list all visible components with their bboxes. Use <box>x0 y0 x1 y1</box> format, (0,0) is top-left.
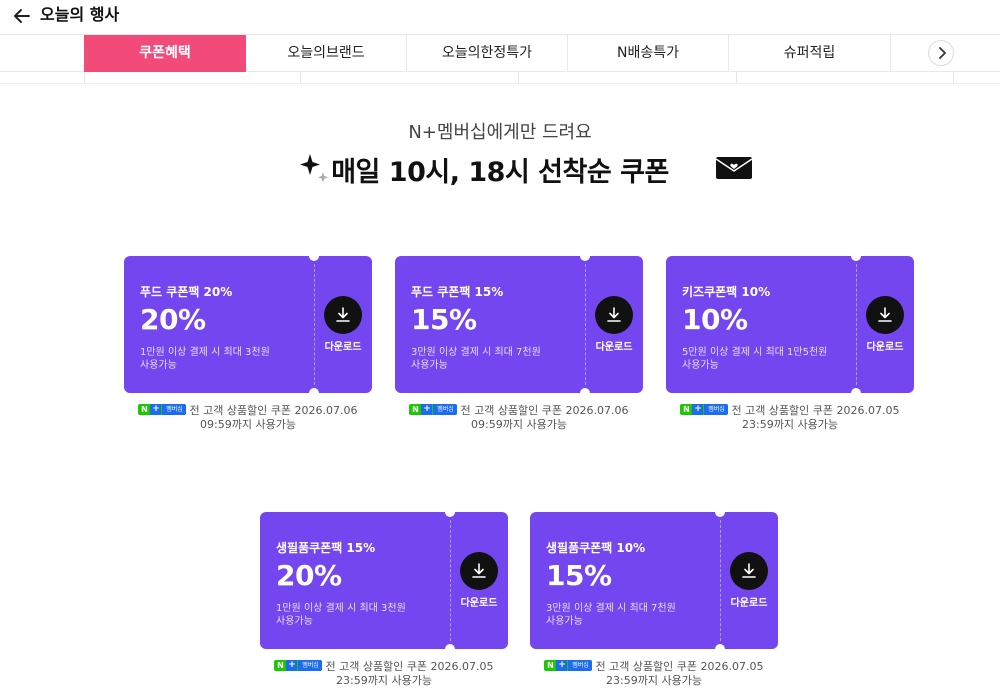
download-label[interactable]: 다운로드 <box>860 338 910 353</box>
n-plus-membership-badge: N + 멤버십 <box>680 404 729 415</box>
coupon-condition-line1: 1만원 이상 결제 시 최대 3천원 <box>276 603 406 614</box>
envelope-heart-icon <box>715 157 753 179</box>
download-button[interactable] <box>730 552 768 590</box>
coupon-note-line1: 전 고객 상품할인 쿠폰 2026.07.05 <box>731 404 900 417</box>
n-plus-membership-badge: N + 멤버십 <box>138 404 187 415</box>
coupon-condition-line2: 사용가능 <box>546 616 583 627</box>
download-button[interactable] <box>866 296 904 334</box>
tab-n-delivery-deal[interactable]: N배송특가 <box>568 35 729 72</box>
tab-todays-limited-deal[interactable]: 오늘의한정특가 <box>407 35 568 72</box>
coupon-note-line1: 전 고객 상품할인 쿠폰 2026.07.05 <box>325 660 494 673</box>
coupon-condition-line1: 3만원 이상 결제 시 최대 7천원 <box>546 603 676 614</box>
download-label[interactable]: 다운로드 <box>454 594 504 609</box>
coupon-note-line2: 23:59까지 사용가능 <box>742 418 838 431</box>
coupon-name: 생필품쿠폰팩 15% <box>276 541 376 555</box>
coupon-condition: 1만원 이상 결제 시 최대 3천원 사용가능 <box>140 346 305 372</box>
tab-next-button[interactable] <box>928 40 954 66</box>
page-title: 오늘의 행사 <box>40 5 120 24</box>
coupon-note: N + 멤버십 전 고객 상품할인 쿠폰 2026.07.05 23:59까지 사용가… <box>666 404 914 432</box>
coupon-name: 푸드 쿠폰팩 15% <box>411 285 504 299</box>
download-icon <box>607 307 621 322</box>
arrow-left-icon[interactable] <box>10 4 34 28</box>
download-button[interactable] <box>595 296 633 334</box>
coupon-card: 푸드 쿠폰팩 20% 20% 1만원 이상 결제 시 최대 3천원 사용가능 다… <box>124 251 372 398</box>
tab-super-reward[interactable]: 슈퍼적립 <box>729 35 891 72</box>
coupon-name: 키즈쿠폰팩 10% <box>682 285 771 299</box>
promo-sub-headline: N+멤버십에게만 드려요 <box>408 122 592 143</box>
coupon-condition-line2: 사용가능 <box>411 360 448 371</box>
coupon-condition-line1: 5만원 이상 결제 시 최대 1만5천원 <box>682 347 828 358</box>
coupon-note: N + 멤버십 전 고객 상품할인 쿠폰 2026.07.05 23:59까지 사용가… <box>530 660 778 688</box>
download-icon <box>742 563 756 578</box>
tab-coupon-benefits[interactable]: 쿠폰혜택 <box>84 35 246 72</box>
coupon-name: 푸드 쿠폰팩 20% <box>140 285 233 299</box>
n-plus-membership-badge: N + 멤버십 <box>544 660 593 671</box>
coupon-note-line2: 23:59까지 사용가능 <box>336 674 432 687</box>
coupon-rate: 15% <box>546 559 612 592</box>
n-plus-membership-badge: N + 멤버십 <box>274 660 323 671</box>
coupon-condition: 1만원 이상 결제 시 최대 3천원 사용가능 <box>276 602 441 628</box>
coupon-condition-line2: 사용가능 <box>682 360 719 371</box>
coupon-note: N + 멤버십 전 고객 상품할인 쿠폰 2026.07.06 09:59까지 사용가… <box>124 404 372 432</box>
download-icon <box>472 563 486 578</box>
coupon-card: 키즈쿠폰팩 10% 10% 5만원 이상 결제 시 최대 1만5천원 사용가능 … <box>666 251 914 398</box>
download-label[interactable]: 다운로드 <box>589 338 639 353</box>
coupon-condition: 5만원 이상 결제 시 최대 1만5천원 사용가능 <box>682 346 847 372</box>
download-icon <box>336 307 350 322</box>
coupon-note-line1: 전 고객 상품할인 쿠폰 2026.07.06 <box>189 404 358 417</box>
download-icon <box>878 307 892 322</box>
coupon-note: N + 멤버십 전 고객 상품할인 쿠폰 2026.07.05 23:59까지 사용가… <box>260 660 508 688</box>
coupon-condition: 3만원 이상 결제 시 최대 7천원 사용가능 <box>411 346 576 372</box>
tab-bar: 쿠폰혜택 오늘의브랜드 오늘의한정특가 N배송특가 슈퍼적립 <box>0 34 1000 72</box>
coupon-note-line1: 전 고객 상품할인 쿠폰 2026.07.05 <box>595 660 764 673</box>
download-button[interactable] <box>460 552 498 590</box>
coupon-rate: 15% <box>411 303 477 336</box>
coupon-rate: 10% <box>682 303 748 336</box>
coupon-note-line1: 전 고객 상품할인 쿠폰 2026.07.06 <box>460 404 629 417</box>
coupon-condition-line2: 사용가능 <box>276 616 313 627</box>
coupon-rate: 20% <box>140 303 206 336</box>
tab-todays-brand[interactable]: 오늘의브랜드 <box>246 35 407 72</box>
download-button[interactable] <box>324 296 362 334</box>
tab-subrow-divider <box>0 72 1000 84</box>
coupon-note-line2: 23:59까지 사용가능 <box>606 674 702 687</box>
coupon-note-line2: 09:59까지 사용가능 <box>471 418 567 431</box>
coupon-condition: 3만원 이상 결제 시 최대 7천원 사용가능 <box>546 602 711 628</box>
coupon-rate: 20% <box>276 559 342 592</box>
coupon-note-line2: 09:59까지 사용가능 <box>200 418 296 431</box>
coupon-card: 생필품쿠폰팩 15% 20% 1만원 이상 결제 시 최대 3천원 사용가능 다… <box>260 507 508 654</box>
download-label[interactable]: 다운로드 <box>318 338 368 353</box>
coupon-card: 푸드 쿠폰팩 15% 15% 3만원 이상 결제 시 최대 7천원 사용가능 다… <box>395 251 643 398</box>
download-label[interactable]: 다운로드 <box>724 594 774 609</box>
coupon-name: 생필품쿠폰팩 10% <box>546 541 646 555</box>
n-plus-membership-badge: N + 멤버십 <box>409 404 458 415</box>
promo-headline: 매일 10시, 18시 선착순 쿠폰 <box>331 157 669 188</box>
coupon-card: 생필품쿠폰팩 10% 15% 3만원 이상 결제 시 최대 7천원 사용가능 다… <box>530 507 778 654</box>
coupon-condition-line2: 사용가능 <box>140 360 177 371</box>
top-bar: 오늘의 행사 <box>0 0 1000 34</box>
coupon-condition-line1: 3만원 이상 결제 시 최대 7천원 <box>411 347 541 358</box>
coupon-note: N + 멤버십 전 고객 상품할인 쿠폰 2026.07.06 09:59까지 사용가… <box>395 404 643 432</box>
chevron-right-icon <box>939 47 946 59</box>
coupon-condition-line1: 1만원 이상 결제 시 최대 3천원 <box>140 347 270 358</box>
